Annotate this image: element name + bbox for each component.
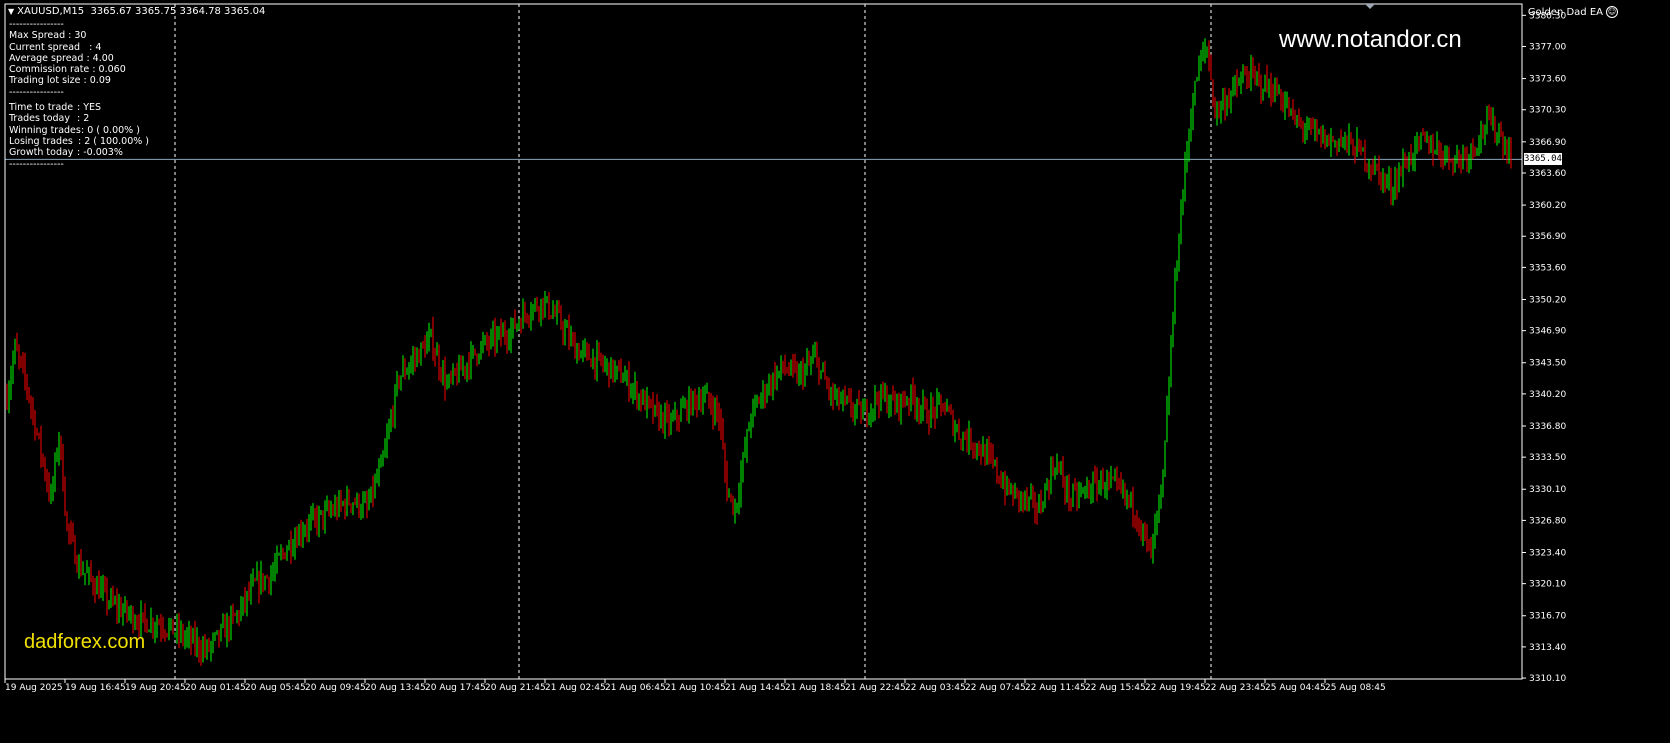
y-tick-label: 3366.90	[1529, 138, 1566, 148]
y-tick-label: 3370.30	[1529, 106, 1566, 116]
y-tick-label: 3360.20	[1529, 201, 1566, 211]
watermark-site: www.notandor.cn	[1279, 26, 1462, 53]
y-tick-label: 3353.60	[1529, 263, 1566, 273]
x-tick-label: 22 Aug 19:45	[1145, 683, 1206, 693]
x-tick-label: 19 Aug 20:45	[125, 683, 186, 693]
separator: ----------------	[9, 158, 64, 170]
chart-background	[0, 0, 1670, 743]
expert-advisor-label: Golden Dad EA ☺	[1528, 6, 1618, 18]
current-price-badge: 3365.04	[1524, 153, 1562, 166]
y-tick-label: 3333.50	[1529, 453, 1566, 463]
stat-winning-trades: Winning trades: 0 ( 0.00% )	[9, 124, 140, 136]
y-tick-label: 3330.10	[1529, 485, 1566, 495]
x-tick-label: 22 Aug 15:45	[1085, 683, 1146, 693]
x-tick-label: 19 Aug 2025	[5, 683, 63, 693]
x-tick-label: 25 Aug 04:45	[1265, 683, 1326, 693]
x-tick-label: 21 Aug 22:45	[845, 683, 906, 693]
stat-time-to-trade: Time to trade: YES	[9, 102, 102, 114]
x-tick-label: 22 Aug 23:45	[1205, 683, 1266, 693]
y-tick-label: 3377.00	[1529, 42, 1566, 52]
y-tick-label: 3313.40	[1529, 643, 1566, 653]
y-tick-label: 3343.50	[1529, 359, 1566, 369]
x-tick-label: 20 Aug 13:45	[365, 683, 426, 693]
stat-trading-lot-size: Trading lot size : 0.09	[9, 75, 111, 87]
watermark-brand: dadforex.com	[24, 631, 146, 653]
symbol-label: XAUUSD,M15	[17, 6, 85, 17]
x-tick-label: 20 Aug 09:45	[305, 683, 366, 693]
ea-stats-panel: ---------------- Max Spread : 30 Current…	[9, 19, 149, 170]
y-tick-label: 3346.90	[1529, 327, 1566, 337]
price-chart[interactable]: 3380.303377.003373.603370.303366.903363.…	[0, 0, 1670, 743]
stat-trades-today: Trades today: 2	[9, 113, 90, 125]
separator: ----------------	[9, 86, 64, 98]
ea-name: Golden Dad EA	[1527, 7, 1603, 18]
x-tick-label: 20 Aug 05:45	[245, 683, 306, 693]
y-tick-label: 3363.60	[1529, 169, 1566, 179]
y-tick-label: 3340.20	[1529, 390, 1566, 400]
y-tick-label: 3326.80	[1529, 516, 1566, 526]
y-tick-label: 3323.40	[1529, 548, 1566, 558]
y-tick-label: 3316.70	[1529, 612, 1566, 622]
x-tick-label: 25 Aug 08:45	[1325, 683, 1386, 693]
stat-losing-trades: Losing trades: 2 ( 100.00% )	[9, 135, 150, 147]
smiley-icon[interactable]: ☺	[1606, 6, 1618, 18]
stat-commission-rate: Commission rate : 0.060	[9, 64, 126, 76]
x-tick-label: 21 Aug 02:45	[545, 683, 606, 693]
y-tick-label: 3350.20	[1529, 295, 1566, 305]
x-tick-label: 20 Aug 01:45	[185, 683, 246, 693]
separator: ----------------	[9, 19, 64, 30]
stat-max-spread: Max Spread : 30	[9, 30, 87, 42]
collapse-triangle-icon[interactable]: ▼	[8, 7, 14, 16]
x-tick-label: 19 Aug 16:45	[65, 683, 126, 693]
y-tick-label: 3356.90	[1529, 232, 1566, 242]
x-tick-label: 21 Aug 10:45	[665, 683, 726, 693]
x-tick-label: 21 Aug 14:45	[725, 683, 786, 693]
x-tick-label: 21 Aug 06:45	[605, 683, 666, 693]
y-tick-label: 3320.10	[1529, 580, 1566, 590]
x-tick-label: 22 Aug 11:45	[1025, 683, 1086, 693]
stat-current-spread: Current spread : 4	[9, 41, 102, 53]
y-tick-label: 3310.10	[1529, 674, 1566, 684]
stat-average-spread: Average spread : 4.00	[9, 52, 114, 64]
ohlc-values: 3365.67 3365.75 3364.78 3365.04	[90, 6, 266, 17]
stat-growth-today: Growth today: -0.003%	[9, 147, 123, 159]
x-tick-label: 22 Aug 07:45	[965, 683, 1026, 693]
symbol-header: ▼ XAUUSD,M15 3365.67 3365.75 3364.78 3365…	[8, 6, 265, 17]
x-tick-label: 21 Aug 18:45	[785, 683, 846, 693]
y-tick-label: 3373.60	[1529, 75, 1566, 85]
x-tick-label: 20 Aug 21:45	[485, 683, 546, 693]
y-tick-label: 3336.80	[1529, 422, 1566, 432]
x-tick-label: 20 Aug 17:45	[425, 683, 486, 693]
x-tick-label: 22 Aug 03:45	[905, 683, 966, 693]
